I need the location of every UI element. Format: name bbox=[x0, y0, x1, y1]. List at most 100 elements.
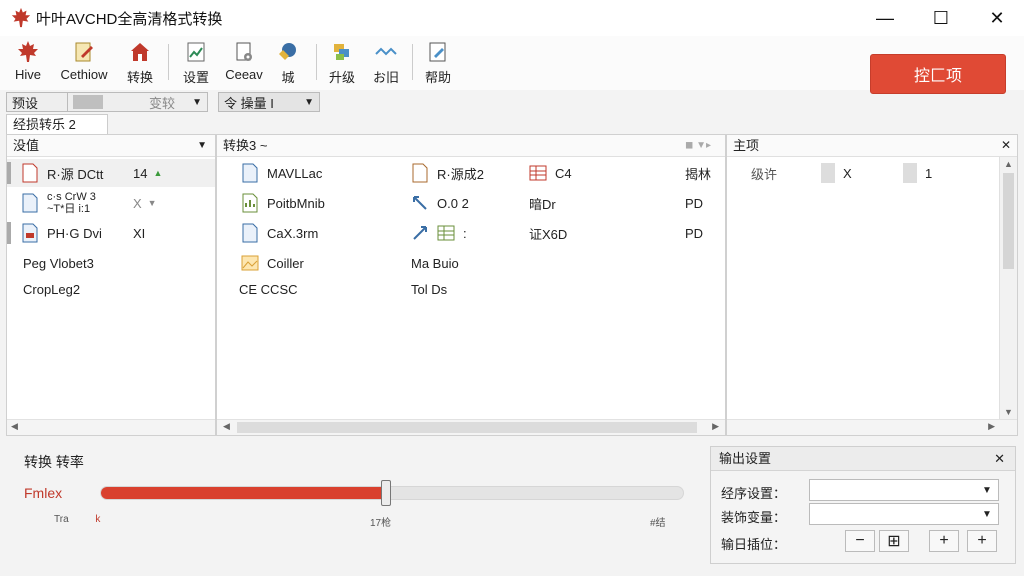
source-name: PH·G Dvi bbox=[47, 225, 102, 241]
toolbar-upgrade-button[interactable]: 升级 bbox=[318, 40, 366, 86]
table-row[interactable]: CaX.3rm : 证X6D PD bbox=[241, 219, 725, 247]
toolbar-cethiow-button[interactable]: Cethiow bbox=[60, 40, 108, 86]
checkbox[interactable] bbox=[903, 163, 917, 183]
window-title: 叶叶AVCHD全高清格式转换 bbox=[36, 10, 223, 28]
increment-button-2[interactable]: + bbox=[967, 530, 997, 552]
table-row[interactable]: Coiller Ma Buio bbox=[241, 249, 725, 277]
output-settings-title: 输出设置 bbox=[719, 451, 772, 466]
cell-value: Ma Buio bbox=[411, 255, 459, 271]
toolbar-wave-button[interactable]: お旧 bbox=[362, 40, 410, 86]
toolbar-settings-button[interactable]: 设置 bbox=[172, 40, 220, 86]
scroll-thumb[interactable] bbox=[237, 422, 697, 433]
convert-panel: 转换3 ~ ◼ ▼▸ MAVLLac R·源成2 C4 揭林 PoitbMnib… bbox=[216, 134, 726, 436]
chevron-down-icon[interactable]: ▼ bbox=[197, 135, 207, 156]
property-value: 1 bbox=[925, 165, 933, 181]
primary-action-button[interactable]: 控匚项 bbox=[870, 54, 1006, 94]
toolbar-label: 城 bbox=[281, 70, 295, 85]
close-icon[interactable]: ✕ bbox=[994, 447, 1005, 471]
progress-section: 转换 转率 Fmlex Tra k 17枪 #结 bbox=[6, 440, 706, 570]
cell-value: PD bbox=[685, 195, 704, 211]
home-icon bbox=[131, 43, 149, 61]
toolbar-hive-button[interactable]: Hive bbox=[4, 40, 52, 86]
scroll-left-icon[interactable]: ◀ bbox=[223, 421, 230, 432]
edit-icon bbox=[429, 42, 446, 62]
document-icon bbox=[412, 163, 428, 183]
toolbar-city-button[interactable]: 城 bbox=[264, 40, 312, 86]
scroll-right-icon[interactable]: ▶ bbox=[988, 421, 995, 432]
list-item[interactable]: CropLeg2 bbox=[23, 275, 80, 303]
toolbar-convert-button[interactable]: 转换 bbox=[116, 40, 164, 86]
expand-arrow-icon bbox=[413, 226, 427, 240]
volume-label: 令 操量 I bbox=[224, 95, 274, 111]
cell-value: R·源成2 bbox=[437, 166, 484, 182]
property-row[interactable]: 级许 X 1 bbox=[751, 159, 991, 187]
cell-format: MAVLLac bbox=[267, 165, 323, 181]
cell-value: O.0 2 bbox=[437, 195, 469, 211]
toolbar-label: 升级 bbox=[328, 70, 355, 85]
horizontal-scrollbar[interactable]: ▶ bbox=[727, 419, 1017, 435]
reset-button[interactable]: ⊞ bbox=[879, 530, 909, 552]
color-swatch bbox=[73, 95, 103, 109]
tick-mid: 17枪 bbox=[370, 518, 392, 529]
toolbar-label: 转换 bbox=[126, 70, 153, 85]
close-button[interactable]: ✕ bbox=[972, 0, 1022, 36]
scroll-thumb[interactable] bbox=[1003, 173, 1014, 269]
cell-format: Coiller bbox=[267, 255, 304, 271]
sort-icon[interactable]: ◼ ▼▸ bbox=[685, 135, 711, 156]
row-marker bbox=[7, 162, 11, 184]
minimize-button[interactable]: — bbox=[860, 0, 910, 36]
chart-document-icon bbox=[242, 193, 258, 213]
tab-conversion-list[interactable]: 经损转乐 2 bbox=[6, 114, 108, 134]
close-icon[interactable]: ✕ bbox=[1001, 135, 1011, 156]
horizontal-scrollbar[interactable]: ◀ ▶ bbox=[217, 419, 725, 435]
source-name: c·s CrW 3 ~T*日 i:1 bbox=[47, 191, 133, 215]
setting-select-1[interactable]: ▼ bbox=[809, 479, 999, 501]
table-row[interactable]: MAVLLac R·源成2 C4 揭林 bbox=[241, 159, 725, 187]
convert-panel-header: 转换3 ~ ◼ ▼▸ bbox=[217, 135, 725, 157]
title-bar: 叶叶AVCHD全高清格式转换 — ☐ ✕ bbox=[0, 0, 1024, 36]
toolbar-ceeav-button[interactable]: Ceeav bbox=[220, 40, 268, 86]
progress-slider-handle[interactable] bbox=[381, 480, 392, 506]
increment-button[interactable]: + bbox=[929, 530, 959, 552]
list-item[interactable]: R·源 DCtt 14 ▲ bbox=[7, 159, 215, 187]
toolbar-label: Cethiow bbox=[60, 67, 108, 82]
scroll-down-icon[interactable]: ▼ bbox=[1004, 407, 1013, 417]
properties-panel-title: 主项 bbox=[733, 138, 760, 153]
maximize-button[interactable]: ☐ bbox=[916, 0, 966, 36]
chevron-down-icon: ▼ bbox=[982, 484, 992, 496]
setting-select-2[interactable]: ▼ bbox=[809, 503, 999, 525]
scroll-right-icon[interactable]: ▶ bbox=[712, 421, 719, 432]
chevron-down-icon: ▼ bbox=[192, 96, 202, 108]
scroll-left-icon[interactable]: ◀ bbox=[11, 421, 18, 432]
horizontal-scrollbar[interactable]: ◀ bbox=[7, 419, 215, 435]
vertical-scrollbar[interactable]: ▲ ▼ bbox=[999, 157, 1017, 419]
output-settings-panel: 输出设置 ✕ 经序设置： ▼ 装饰变量： ▼ 输日插位： − ⊞ + + bbox=[710, 446, 1016, 564]
list-item[interactable]: Peg Vlobet3 bbox=[23, 249, 94, 277]
toolbar-separator bbox=[412, 44, 413, 80]
cell-value: C4 bbox=[555, 165, 572, 181]
trend-up-icon: ▲ bbox=[153, 168, 163, 178]
decrement-button[interactable]: − bbox=[845, 530, 875, 552]
chevron-down-icon: ▼ bbox=[304, 96, 314, 108]
cell-value: : bbox=[463, 225, 467, 241]
preset-dropdown[interactable]: 变较 ▼ bbox=[68, 92, 208, 112]
source-name: R·源 DCtt bbox=[47, 166, 104, 182]
volume-dropdown[interactable]: 令 操量 I ▼ bbox=[218, 92, 320, 112]
list-item[interactable]: PH·G Dvi XI bbox=[7, 219, 215, 247]
scroll-up-icon[interactable]: ▲ bbox=[1004, 159, 1013, 169]
toolbar-help-button[interactable]: 帮助 bbox=[414, 40, 462, 86]
source-panel: 没值 ▼ R·源 DCtt 14 ▲ c·s CrW 3 ~T*日 i:1 X … bbox=[6, 134, 216, 436]
cell-value: 揭林 bbox=[685, 166, 712, 182]
table-row[interactable]: PoitbMnib O.0 2 暗Dr PD bbox=[241, 189, 725, 217]
image-icon bbox=[241, 255, 259, 271]
progress-label: Fmlex bbox=[24, 485, 63, 501]
property-label: 级许 bbox=[751, 166, 778, 182]
checkbox[interactable] bbox=[821, 163, 835, 183]
progress-bar[interactable] bbox=[100, 480, 684, 506]
cell-value: 证X6D bbox=[529, 226, 568, 242]
list-item[interactable]: c·s CrW 3 ~T*日 i:1 X ▼ bbox=[7, 189, 215, 217]
table-row[interactable]: CE CCSC Tol Ds bbox=[239, 275, 723, 303]
preset-label: 预设 bbox=[6, 92, 68, 112]
source-name: CropLeg2 bbox=[23, 281, 81, 297]
toolbar-label: Hive bbox=[14, 67, 41, 82]
